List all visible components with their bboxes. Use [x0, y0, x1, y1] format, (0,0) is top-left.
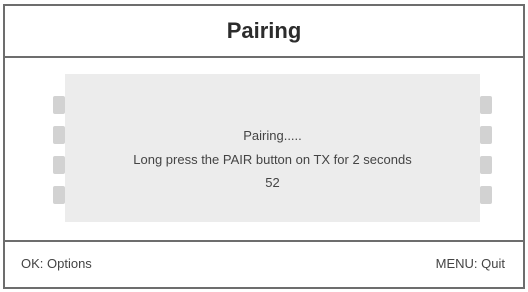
panel-side-tab	[53, 126, 65, 144]
footer-bar: OK: Options MENU: Quit	[5, 240, 523, 287]
panel-side-tab	[53, 96, 65, 114]
pairing-instruction-text: Long press the PAIR button on TX for 2 s…	[133, 152, 412, 167]
pairing-countdown: 52	[265, 175, 280, 190]
panel-side-tab	[480, 186, 492, 204]
panel-side-tab	[53, 156, 65, 174]
ok-options-hint[interactable]: OK: Options	[21, 256, 92, 271]
panel-side-tab	[480, 156, 492, 174]
panel-side-tab	[480, 126, 492, 144]
content-area: Pairing..... Long press the PAIR button …	[5, 58, 523, 244]
panel-side-tab	[53, 186, 65, 204]
page-title: Pairing	[5, 6, 523, 58]
menu-quit-hint[interactable]: MENU: Quit	[436, 256, 505, 271]
pairing-message-panel: Pairing..... Long press the PAIR button …	[53, 74, 492, 222]
pairing-status-text: Pairing.....	[243, 128, 302, 143]
panel-side-tab	[480, 96, 492, 114]
pairing-screen: Pairing Pairing..... Long press the PAIR…	[3, 4, 525, 289]
